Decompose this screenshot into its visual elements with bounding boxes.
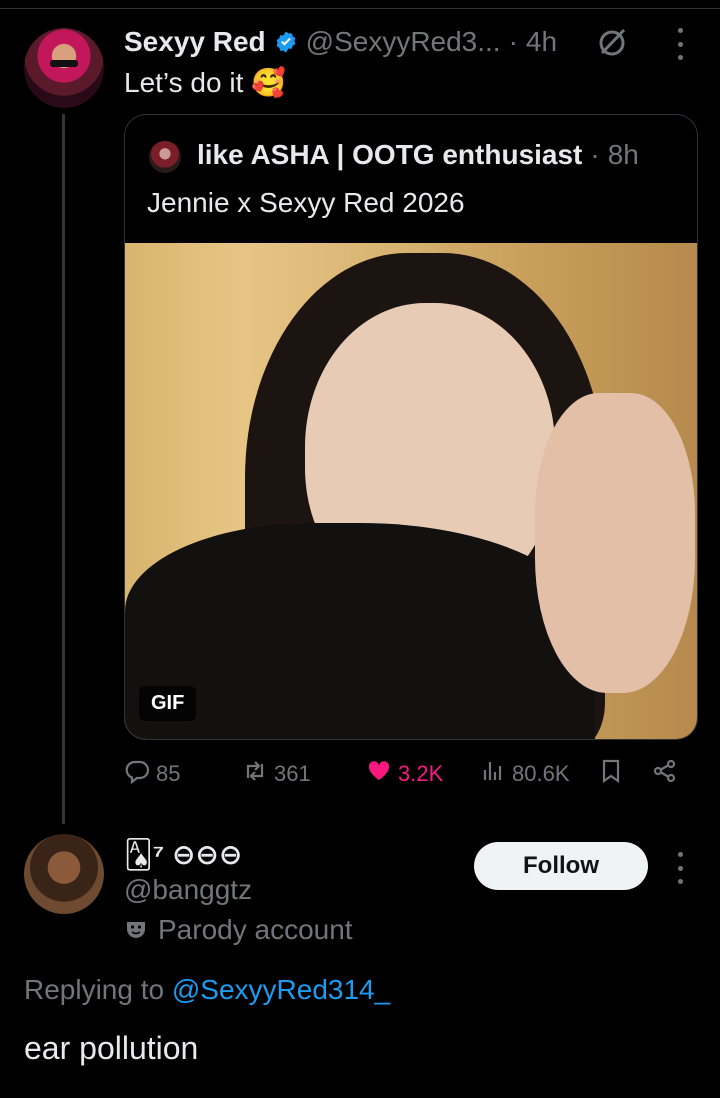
- views-icon: [480, 758, 506, 790]
- views-button[interactable]: 80.6K: [480, 758, 570, 790]
- like-button[interactable]: 3.2K: [366, 758, 443, 790]
- parody-label: Parody account: [124, 914, 353, 946]
- action-bar: 85 361 3.2K 80.6K: [124, 758, 684, 794]
- more-options-icon[interactable]: [674, 28, 686, 60]
- quote-author-name: like ASHA | OOTG enthusiast: [197, 139, 583, 170]
- post-header: Sexyy Red @SexyyRed3... · 4h: [124, 24, 557, 60]
- repost-icon: [242, 758, 268, 790]
- media-hand-shape: [535, 393, 695, 693]
- views-count: 80.6K: [512, 761, 570, 786]
- parody-mask-icon: [124, 918, 148, 942]
- bookmark-button[interactable]: [598, 758, 624, 790]
- share-icon: [652, 758, 678, 790]
- grok-icon[interactable]: [596, 26, 628, 58]
- quote-gif-media[interactable]: GIF: [125, 243, 697, 739]
- reply-author-handle[interactable]: @banggtz: [124, 874, 252, 906]
- quote-text: Jennie x Sexyy Red 2026: [147, 187, 465, 218]
- reply-more-options-icon[interactable]: [674, 852, 686, 884]
- replying-to: Replying to @SexyyRed314_: [24, 974, 390, 1006]
- post-text: Let’s do it 🥰: [124, 67, 286, 98]
- quote-time: 8h: [607, 139, 639, 170]
- reply-author-name[interactable]: 🂡⁷ ⊖⊖⊖: [124, 838, 242, 871]
- quote-time-separator: ·: [590, 139, 600, 170]
- like-count: 3.2K: [398, 761, 444, 786]
- thread-line: [62, 114, 65, 824]
- top-divider: [0, 0, 720, 9]
- author-avatar[interactable]: [24, 28, 104, 108]
- repost-count: 361: [274, 761, 311, 786]
- follow-button[interactable]: Follow: [474, 842, 648, 890]
- parody-label-text: Parody account: [158, 914, 353, 945]
- reply-icon: [124, 758, 150, 790]
- share-button[interactable]: [652, 758, 678, 790]
- reply-button[interactable]: 85: [124, 758, 180, 790]
- verified-badge-icon: [274, 30, 298, 54]
- heart-icon: [366, 758, 392, 790]
- reply-count: 85: [156, 761, 181, 786]
- reply-author-avatar[interactable]: [24, 834, 104, 914]
- gif-badge: GIF: [139, 686, 197, 721]
- time-separator: ·: [508, 26, 518, 57]
- author-handle[interactable]: @SexyyRed3...: [306, 26, 501, 58]
- post-time[interactable]: 4h: [526, 26, 557, 58]
- quote-header: like ASHA | OOTG enthusiast · 8h: [197, 139, 639, 171]
- bookmark-icon: [598, 758, 624, 790]
- repost-button[interactable]: 361: [242, 758, 311, 790]
- author-name[interactable]: Sexyy Red: [124, 26, 266, 58]
- replying-to-label: Replying to: [24, 974, 165, 1005]
- replying-to-handle[interactable]: @SexyyRed314_: [172, 974, 390, 1005]
- reply-text: ear pollution: [24, 1030, 199, 1066]
- avatar-sunglasses: [50, 60, 78, 67]
- quote-avatar: [149, 141, 181, 173]
- quoted-post[interactable]: like ASHA | OOTG enthusiast · 8h Jennie …: [124, 114, 698, 740]
